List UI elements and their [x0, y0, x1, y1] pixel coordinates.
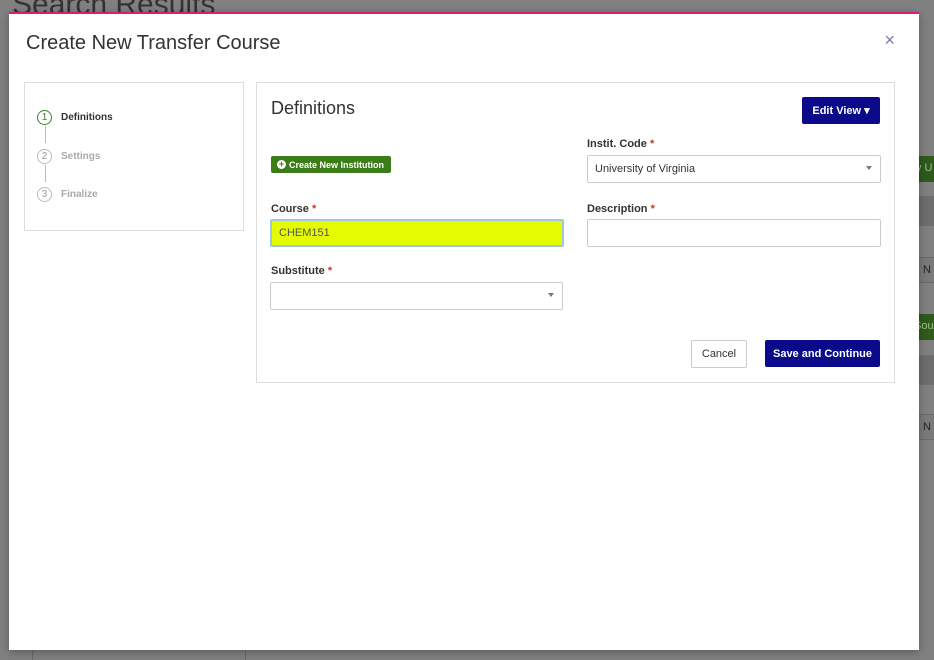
cancel-button[interactable]: Cancel — [691, 340, 747, 368]
description-input[interactable] — [587, 219, 881, 247]
required-marker: * — [650, 203, 655, 215]
instit-code-value: University of Virginia — [595, 163, 696, 175]
modal-title: Create New Transfer Course — [26, 32, 281, 54]
course-value: CHEM151 — [279, 227, 330, 239]
step-number: 1 — [37, 110, 52, 125]
create-institution-label: Create New Institution — [289, 159, 385, 170]
instit-code-label-text: Instit. Code — [587, 138, 647, 150]
create-new-institution-button[interactable]: + Create New Institution — [271, 156, 392, 173]
background-fragment: N — [923, 264, 931, 276]
step-connector — [45, 165, 46, 182]
substitute-select[interactable] — [270, 282, 563, 310]
chevron-down-icon — [866, 166, 872, 170]
required-marker: * — [327, 265, 333, 277]
step-finalize[interactable]: 3 Finalize — [37, 187, 98, 202]
step-number: 2 — [37, 149, 52, 164]
substitute-label-text: Substitute — [271, 265, 325, 277]
panel-title: Definitions — [271, 98, 356, 118]
background-fragment: N — [923, 421, 931, 433]
save-and-continue-button[interactable]: Save and Continue — [765, 340, 880, 367]
plus-circle-icon: + — [277, 159, 286, 169]
step-settings[interactable]: 2 Settings — [37, 149, 100, 164]
step-number: 3 — [37, 187, 52, 202]
wizard-steps: 1 Definitions 2 Settings 3 Finalize — [24, 82, 244, 231]
chevron-down-icon — [548, 293, 554, 297]
instit-code-select[interactable]: University of Virginia — [587, 155, 881, 183]
description-label: Description * — [587, 203, 655, 215]
required-marker: * — [311, 203, 317, 215]
step-definitions[interactable]: 1 Definitions — [37, 110, 113, 125]
close-icon[interactable]: × — [884, 30, 895, 51]
step-label: Settings — [61, 151, 101, 162]
course-label-text: Course — [271, 203, 309, 215]
course-label: Course * — [271, 203, 316, 215]
definitions-panel: Definitions Edit View ▾ + Create New Ins… — [256, 82, 895, 383]
description-label-text: Description — [587, 203, 648, 215]
required-marker: * — [649, 138, 655, 150]
step-label: Finalize — [61, 189, 98, 200]
create-transfer-course-modal: Create New Transfer Course × 1 Definitio… — [9, 12, 919, 650]
step-connector — [45, 126, 46, 143]
step-label: Definitions — [61, 112, 113, 123]
substitute-label: Substitute * — [271, 265, 332, 277]
edit-view-button[interactable]: Edit View ▾ — [802, 97, 880, 124]
course-input[interactable]: CHEM151 — [270, 219, 564, 247]
instit-code-label: Instit. Code * — [587, 138, 654, 150]
